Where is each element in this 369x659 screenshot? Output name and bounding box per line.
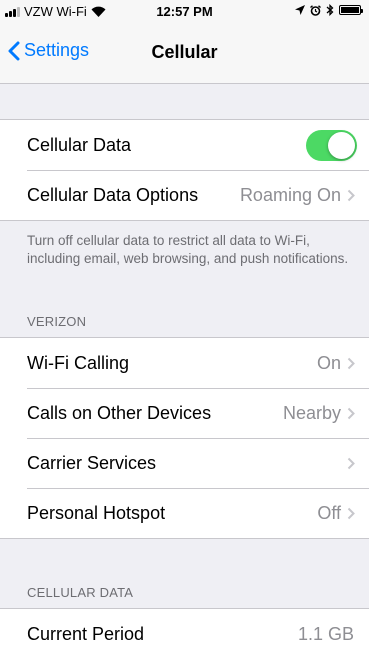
personal-hotspot-label: Personal Hotspot	[27, 502, 166, 523]
current-period-row: Current Period 1.1 GB	[0, 609, 369, 659]
bluetooth-icon	[326, 4, 334, 16]
chevron-right-icon	[347, 457, 357, 470]
wifi-calling-value: On	[316, 352, 341, 373]
personal-hotspot-value: Off	[317, 502, 341, 523]
wifi-calling-row[interactable]: Wi-Fi Calling On	[0, 338, 369, 388]
cellular-data-footer-note: Turn off cellular data to restrict all d…	[27, 233, 349, 266]
navigation-bar: Settings Cellular	[0, 22, 369, 84]
battery-level	[341, 7, 359, 13]
wifi-calling-label: Wi-Fi Calling	[27, 352, 130, 373]
cellular-data-options-row[interactable]: Cellular Data Options Roaming On	[0, 170, 369, 220]
cellular-data-usage-header: CELLULAR DATA	[27, 585, 134, 600]
chevron-right-icon	[347, 407, 357, 420]
cellular-data-options-label: Cellular Data Options	[27, 184, 199, 205]
page-title: Cellular	[151, 42, 218, 62]
location-arrow-icon	[295, 5, 305, 15]
current-period-value: 1.1 GB	[297, 623, 354, 644]
cellular-data-options-value: Roaming On	[239, 184, 341, 205]
carrier-services-row[interactable]: Carrier Services	[0, 438, 369, 488]
status-right	[295, 4, 363, 16]
cellular-data-section: Cellular Data Cellular Data Options Roam…	[0, 119, 369, 221]
chevron-right-icon	[347, 189, 357, 202]
toggle-knob	[328, 131, 355, 159]
personal-hotspot-row[interactable]: Personal Hotspot Off	[0, 488, 369, 538]
cellular-data-label: Cellular Data	[27, 134, 132, 155]
cellular-data-row: Cellular Data	[0, 120, 369, 170]
calls-on-other-devices-value: Nearby	[282, 402, 341, 423]
alarm-clock-icon	[310, 4, 321, 16]
cellular-data-usage-section: Current Period 1.1 GB	[0, 608, 369, 659]
carrier-services-label: Carrier Services	[27, 452, 157, 473]
battery-icon	[339, 5, 363, 15]
calls-on-other-devices-row[interactable]: Calls on Other Devices Nearby	[0, 388, 369, 438]
cellular-data-toggle[interactable]	[306, 129, 357, 161]
chevron-right-icon	[347, 357, 357, 370]
status-bar: VZW Wi-Fi 12:57 PM	[0, 0, 369, 22]
chevron-right-icon	[347, 507, 357, 520]
current-period-label: Current Period	[27, 623, 145, 644]
verizon-section-header: VERIZON	[27, 314, 87, 329]
verizon-section: Wi-Fi Calling On Calls on Other Devices …	[0, 337, 369, 539]
calls-on-other-devices-label: Calls on Other Devices	[27, 402, 212, 423]
